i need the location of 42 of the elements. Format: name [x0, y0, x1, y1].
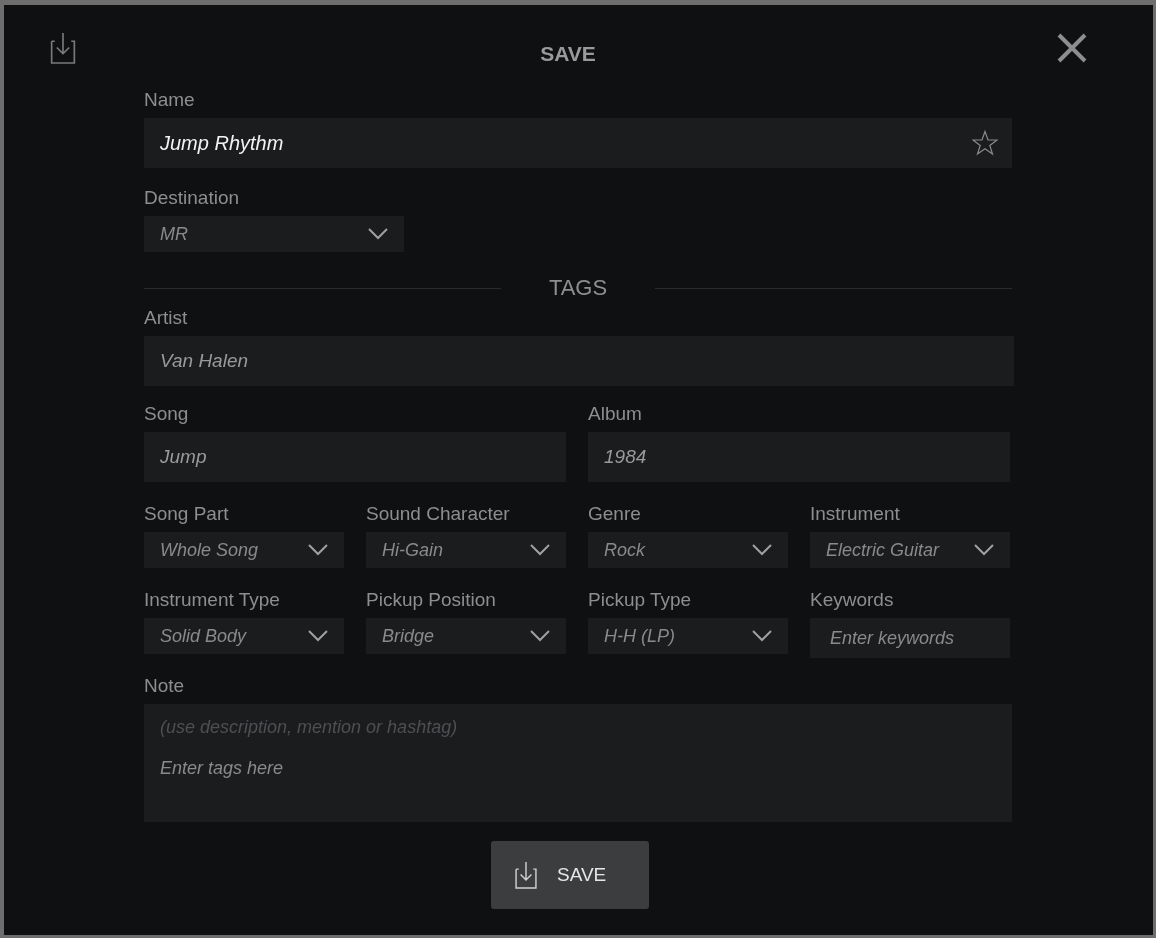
- chevron-icon: [308, 630, 328, 642]
- field-label: Instrument Type: [144, 588, 281, 612]
- field-label: Artist: [144, 306, 189, 330]
- field-label: Sound Character: [366, 502, 511, 526]
- field-label: Note: [144, 674, 186, 698]
- field-label: Pickup Position: [366, 588, 497, 612]
- field-label: Keywords: [810, 588, 895, 612]
- text-field[interactable]: Enter keywords: [810, 618, 1010, 658]
- dropdown[interactable]: Whole Song: [144, 532, 344, 568]
- text-field[interactable]: 1984: [588, 432, 1010, 482]
- close-icon: [1057, 33, 1087, 63]
- section-title: TAGS: [547, 275, 609, 301]
- dropdown[interactable]: Rock: [588, 532, 788, 568]
- field-label: Destination: [144, 186, 241, 210]
- field-label: Instrument: [810, 502, 901, 526]
- field-label: Genre: [588, 502, 642, 526]
- dropdown[interactable]: Bridge: [366, 618, 566, 654]
- chevron-icon: [530, 544, 550, 556]
- chevron-icon: [752, 630, 772, 642]
- field-label: Name: [144, 88, 196, 112]
- dropdown[interactable]: Solid Body: [144, 618, 344, 654]
- chevron-icon: [974, 544, 994, 556]
- star-icon[interactable]: [972, 130, 998, 156]
- chevron-icon: [368, 228, 388, 240]
- chevron-icon: [308, 544, 328, 556]
- chevron-icon: [530, 630, 550, 642]
- dropdown[interactable]: Hi-Gain: [366, 532, 566, 568]
- text-field[interactable]: Jump: [144, 432, 566, 482]
- name-field[interactable]: Jump Rhythm: [144, 118, 1012, 168]
- field-label: Pickup Type: [588, 588, 693, 612]
- field-label: Song Part: [144, 502, 230, 526]
- close-button[interactable]: [1057, 33, 1087, 63]
- dialog-title: SAVE: [540, 42, 596, 66]
- download-icon: [513, 861, 539, 889]
- save-button[interactable]: SAVE: [491, 841, 649, 909]
- dropdown[interactable]: H-H (LP): [588, 618, 788, 654]
- field-label: Album: [588, 402, 643, 426]
- text-field[interactable]: Van Halen: [144, 336, 1014, 386]
- chevron-icon: [752, 544, 772, 556]
- dropdown[interactable]: Electric Guitar: [810, 532, 1010, 568]
- field-label: Song: [144, 402, 190, 426]
- dropdown[interactable]: MR: [144, 216, 404, 252]
